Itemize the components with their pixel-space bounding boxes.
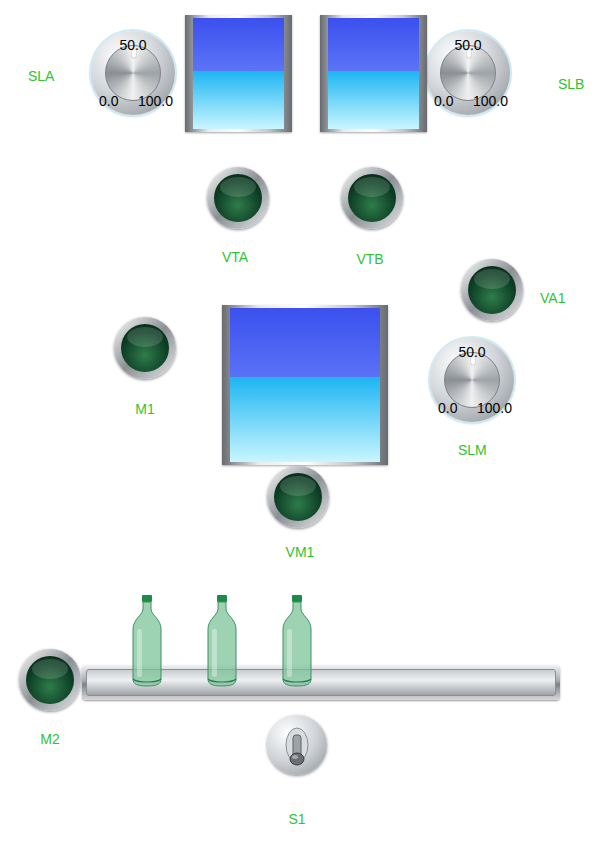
knob-pointer[interactable] bbox=[106, 46, 160, 100]
knob[interactable]: 50.0 0.0 100.0 bbox=[426, 31, 510, 115]
knob[interactable]: 50.0 0.0 100.0 bbox=[91, 31, 175, 115]
lamp-lens bbox=[121, 324, 169, 372]
scale-min: 0.0 bbox=[434, 94, 453, 108]
hmi-canvas: 50.0 0.0 100.0 SLA 50.0 0.0 100.0 SLB 50.0 0.… bbox=[0, 0, 600, 849]
scale-mid: 50.0 bbox=[426, 38, 510, 52]
knob-label: SLA bbox=[28, 68, 54, 84]
bottle-icon bbox=[130, 595, 164, 687]
scale-max: 100.0 bbox=[477, 401, 512, 415]
knob-label: SLB bbox=[558, 76, 584, 92]
bottle-icon bbox=[205, 595, 239, 687]
bottle bbox=[280, 595, 314, 687]
knob-cap[interactable] bbox=[105, 45, 161, 101]
tank-inner bbox=[328, 18, 419, 129]
scale-min: 0.0 bbox=[438, 401, 457, 415]
tank-level bbox=[230, 377, 380, 462]
lamp-highlight bbox=[220, 177, 256, 197]
lamp-lens bbox=[468, 266, 516, 314]
tank bbox=[320, 15, 427, 132]
indicator-lamp bbox=[461, 259, 523, 321]
scale-mid: 50.0 bbox=[430, 345, 514, 359]
tank-inner bbox=[193, 18, 284, 129]
tank-level bbox=[328, 71, 419, 129]
tank-level bbox=[193, 71, 284, 129]
switch-label: S1 bbox=[288, 811, 305, 827]
lamp-label: VA1 bbox=[540, 290, 565, 306]
scale-min: 0.0 bbox=[99, 94, 118, 108]
knob-pointer[interactable] bbox=[441, 46, 495, 100]
indicator-lamp bbox=[341, 167, 403, 229]
scale-max: 100.0 bbox=[138, 94, 173, 108]
lamp-highlight bbox=[354, 177, 390, 197]
bottle-icon bbox=[280, 595, 314, 687]
knob-cap[interactable] bbox=[444, 352, 500, 408]
lamp-label: M2 bbox=[40, 731, 59, 747]
lamp-lens bbox=[274, 473, 322, 521]
bottle bbox=[130, 595, 164, 687]
tank-inner bbox=[230, 308, 380, 462]
knob-cap[interactable] bbox=[440, 45, 496, 101]
indicator-lamp bbox=[207, 167, 269, 229]
scale-mid: 50.0 bbox=[91, 38, 175, 52]
tank bbox=[185, 15, 292, 132]
lamp-label: M1 bbox=[135, 401, 154, 417]
lamp-highlight bbox=[127, 327, 163, 347]
scale-max: 100.0 bbox=[473, 94, 508, 108]
lamp-lens bbox=[214, 174, 262, 222]
knob-label: SLM bbox=[458, 442, 487, 458]
indicator-lamp bbox=[267, 466, 329, 528]
toggle-switch[interactable] bbox=[267, 715, 327, 775]
lamp-lens bbox=[348, 174, 396, 222]
lamp-highlight bbox=[280, 476, 316, 496]
switch-lever-icon[interactable] bbox=[267, 715, 327, 775]
knob[interactable]: 50.0 0.0 100.0 bbox=[430, 338, 514, 422]
lamp-highlight bbox=[32, 659, 68, 679]
lamp-label: VM1 bbox=[286, 544, 315, 560]
lamp-highlight bbox=[474, 269, 510, 289]
tank bbox=[222, 305, 388, 465]
knob-pointer[interactable] bbox=[445, 353, 499, 407]
lamp-label: VTA bbox=[222, 249, 248, 265]
lamp-label: VTB bbox=[356, 251, 383, 267]
indicator-lamp bbox=[19, 649, 81, 711]
lamp-lens bbox=[26, 656, 74, 704]
indicator-lamp bbox=[114, 317, 176, 379]
bottle bbox=[205, 595, 239, 687]
